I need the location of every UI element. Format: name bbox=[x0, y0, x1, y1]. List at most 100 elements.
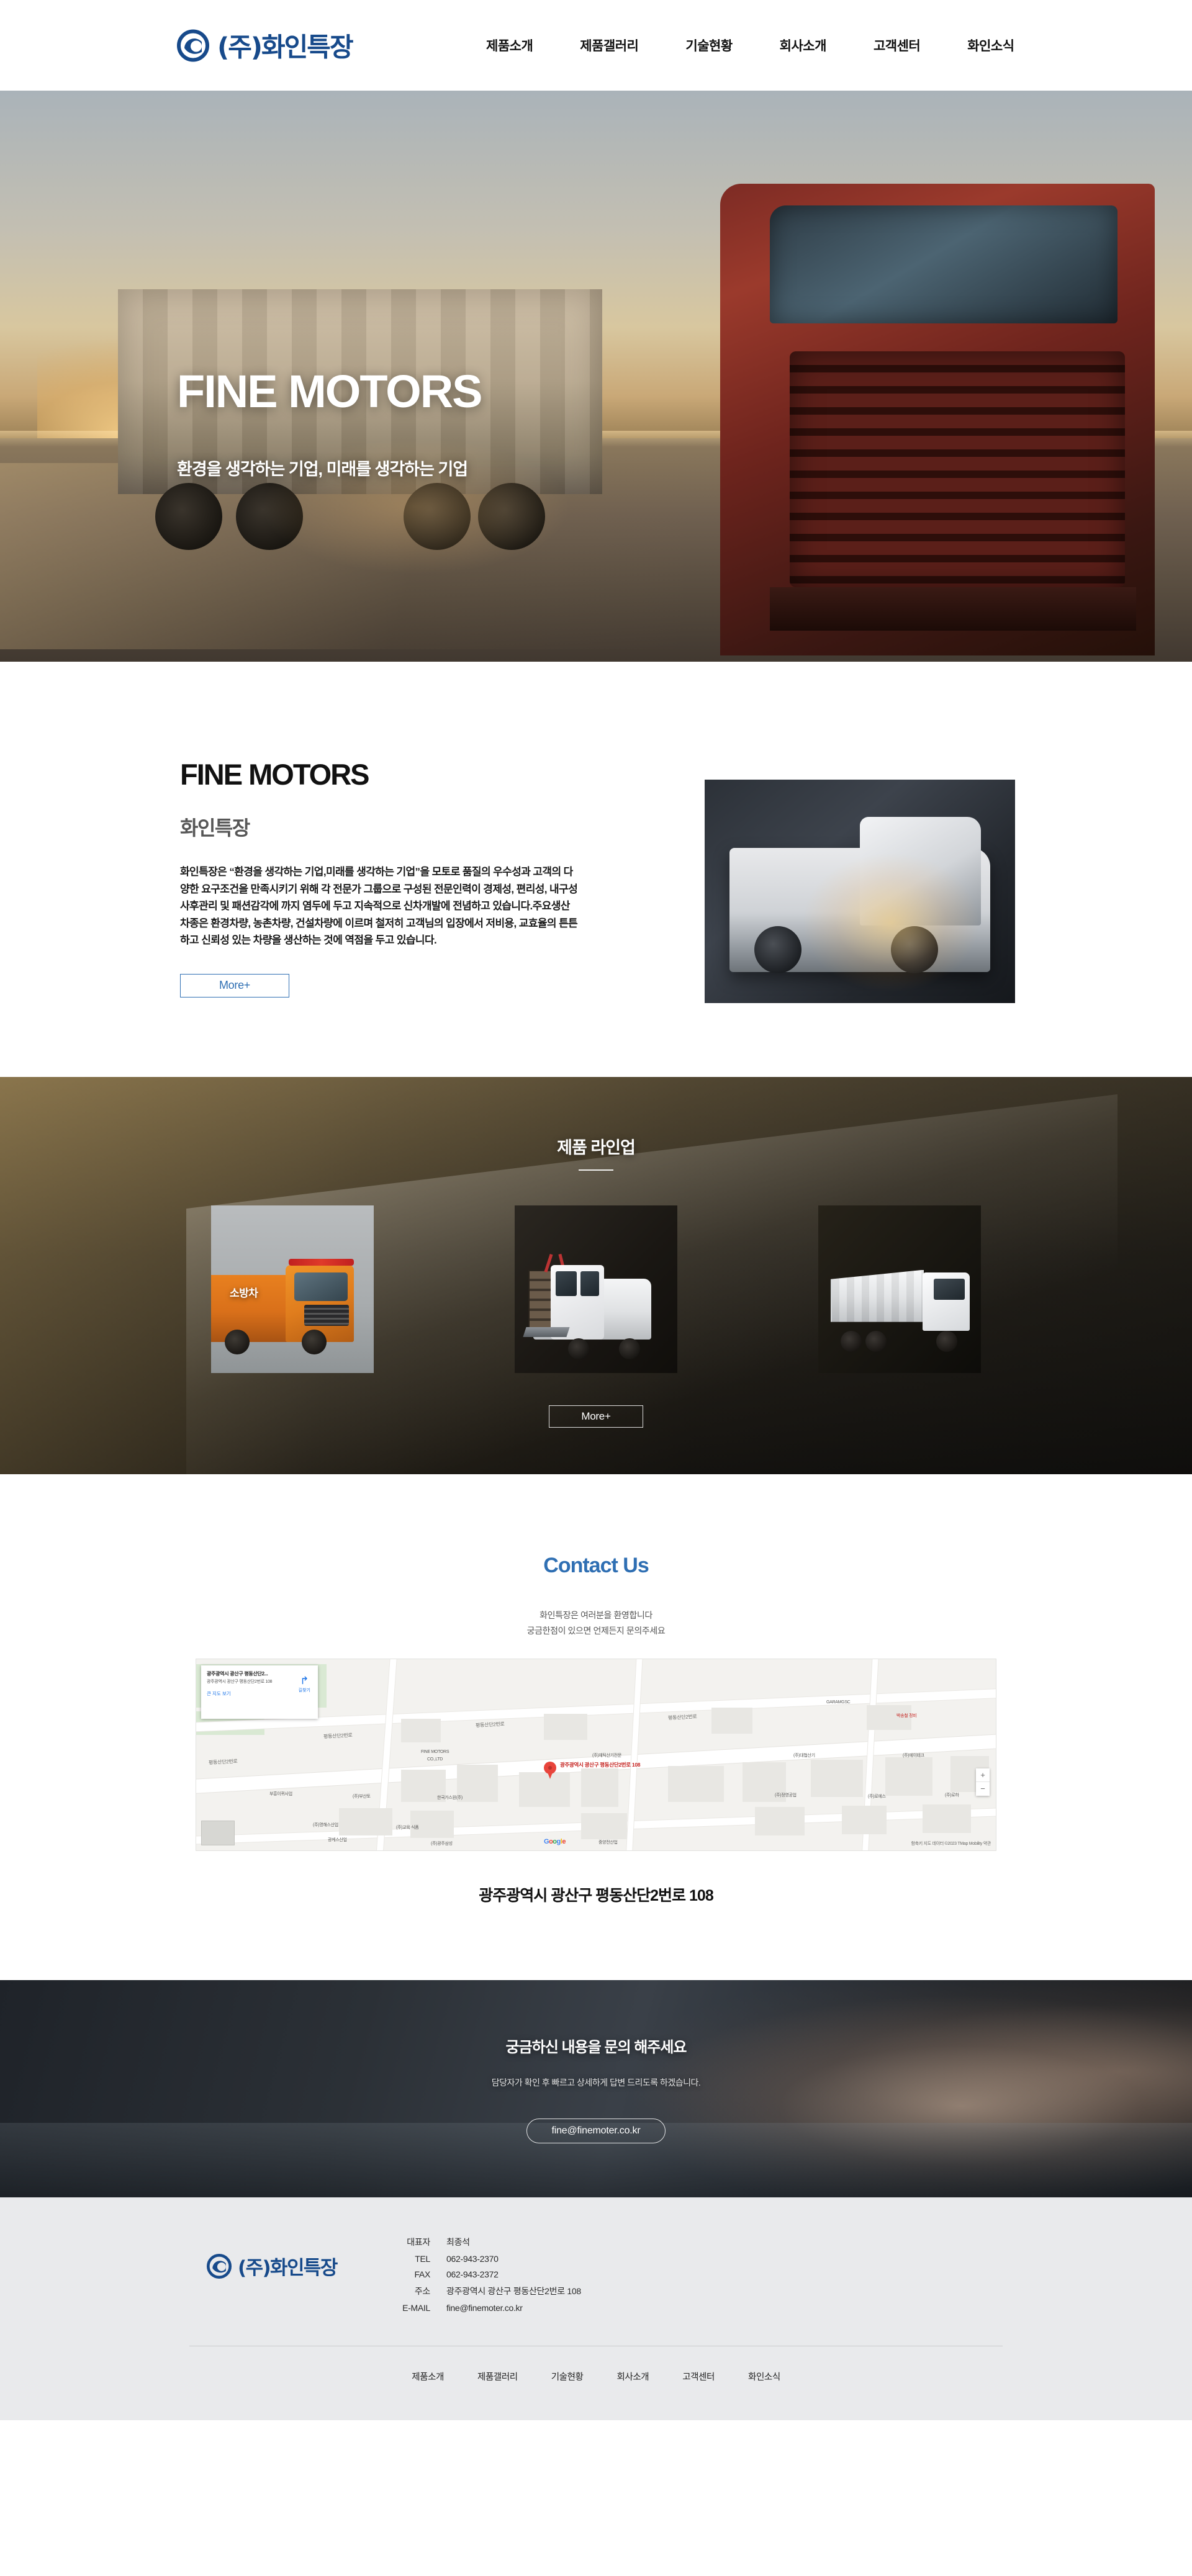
contact-description: 화인특장은 여러분을 환영합니다 궁금한점이 있으면 언제든지 문의주세요 bbox=[0, 1608, 1192, 1639]
cta-content: 궁금하신 내용을 문의 해주세요 담당자가 확인 후 빠르고 상세하게 답변 드… bbox=[0, 1980, 1192, 2144]
contact-description-line-1: 화인특장은 여러분을 환영합니다 bbox=[540, 1610, 652, 1620]
nav-item-tech[interactable]: 기술현황 bbox=[662, 36, 756, 55]
footer-info-row-fax: FAX 062-943-2372 bbox=[386, 2269, 1003, 2279]
map-poi-label: (주)대협산기 bbox=[793, 1754, 815, 1759]
about-inner: FINE MOTORS 화인특장 화인특장은 “환경을 생각하는 기업,미래를 … bbox=[177, 760, 1015, 1003]
map-poi-label: 부흥이퀴사업 bbox=[269, 1792, 292, 1797]
footer-info-value[interactable]: fine@finemoter.co.kr bbox=[446, 2303, 523, 2313]
footer-info-row-tel: TEL 062-943-2370 bbox=[386, 2254, 1003, 2264]
map-pin-tip bbox=[547, 1771, 553, 1780]
map-attribution: 함축키 지도 데이터 ©2023 TMap Mobility 약관 bbox=[911, 1842, 991, 1847]
location-map[interactable]: 광주광역시 광산구 평동산단2... 광주광역시 광산구 평동산단2번로 108… bbox=[196, 1659, 996, 1852]
map-poi-label: (주)광주삼성 bbox=[431, 1842, 453, 1847]
footer-nav-item-company[interactable]: 회사소개 bbox=[600, 2370, 666, 2383]
map-street-view-thumbnail[interactable] bbox=[201, 1821, 235, 1846]
lineup-more-button[interactable]: More+ bbox=[549, 1405, 643, 1428]
map-poi-label: 중양전산업 bbox=[598, 1840, 618, 1845]
sweeper-truck-window-left bbox=[556, 1271, 577, 1296]
inquiry-cta-section: 궁금하신 내용을 문의 해주세요 담당자가 확인 후 빠르고 상세하게 답변 드… bbox=[0, 1980, 1192, 2198]
map-building bbox=[755, 1807, 805, 1836]
map-zoom-in-button[interactable]: + bbox=[976, 1768, 990, 1783]
nav-item-gallery[interactable]: 제품갤러리 bbox=[556, 36, 662, 55]
footer-inner: (주)화인특장 대표자 최종석 TEL 062-943-2370 FAX 062… bbox=[189, 2236, 1003, 2346]
sweeper-truck-blade bbox=[523, 1326, 570, 1337]
map-zoom-controls[interactable]: + − bbox=[976, 1768, 990, 1796]
map-poi-label: (주)부산토 bbox=[353, 1795, 371, 1799]
about-text-column: FINE MOTORS 화인특장 화인특장은 “환경을 생각하는 기업,미래를 … bbox=[177, 760, 612, 998]
contact-section: Contact Us 화인특장은 여러분을 환영합니다 궁금한점이 있으면 언제… bbox=[0, 1474, 1192, 1981]
map-poi-label: (주)로하 bbox=[945, 1793, 959, 1798]
fire-truck-windshield bbox=[294, 1272, 348, 1301]
map-directions-button[interactable]: ↱ 길찾기 bbox=[299, 1675, 310, 1693]
about-english-title: FINE MOTORS bbox=[180, 758, 370, 791]
footer-nav-item-tech[interactable]: 기술현황 bbox=[535, 2370, 600, 2383]
footer-nav-item-news[interactable]: 화인소식 bbox=[731, 2370, 797, 2383]
fire-truck-wheel-rear bbox=[225, 1329, 250, 1354]
cta-email-button[interactable]: fine@finemoter.co.kr bbox=[526, 2119, 666, 2144]
lineup-card-list: 소방차 bbox=[211, 1205, 981, 1373]
map-building bbox=[457, 1765, 498, 1803]
footer-info-label: 대표자 bbox=[407, 2237, 430, 2248]
site-footer: (주)화인특장 대표자 최종석 TEL 062-943-2370 FAX 062… bbox=[0, 2197, 1192, 2421]
about-more-button[interactable]: More+ bbox=[180, 973, 289, 998]
fine-motors-circle-logo-icon bbox=[177, 29, 209, 61]
map-building bbox=[885, 1757, 932, 1796]
map-poi-label: GARAMGSC bbox=[826, 1700, 851, 1705]
map-building bbox=[339, 1808, 392, 1836]
about-description: 화인특장은 “환경을 생각하는 기업,미래를 생각하는 기업”을 모토로 품질의… bbox=[180, 866, 578, 947]
footer-nav-item-support[interactable]: 고객센터 bbox=[666, 2370, 731, 2383]
nav-item-news[interactable]: 화인소식 bbox=[944, 36, 1037, 55]
directions-arrow-icon: ↱ bbox=[300, 1675, 309, 1687]
map-poi-label: (주)로에스 bbox=[868, 1795, 886, 1799]
fire-truck-grille bbox=[304, 1304, 349, 1326]
dump-truck-windshield bbox=[934, 1278, 965, 1300]
lineup-title-underline bbox=[579, 1169, 613, 1171]
nav-item-products[interactable]: 제품소개 bbox=[463, 36, 556, 55]
map-poi-label: 광케스산업 bbox=[328, 1838, 347, 1843]
lineup-card-fire-truck[interactable]: 소방차 bbox=[211, 1205, 374, 1373]
map-poi-label: (주)정영공업 bbox=[775, 1793, 797, 1798]
footer-nav-item-gallery[interactable]: 제품갤러리 bbox=[461, 2370, 535, 2383]
footer-info-label: TEL bbox=[415, 2254, 430, 2264]
lineup-title: 제품 라인업 bbox=[557, 1138, 636, 1157]
footer-company-info: 대표자 최종석 TEL 062-943-2370 FAX 062-943-237… bbox=[376, 2236, 1003, 2318]
footer-logo-text: (주)화인특장 bbox=[238, 2257, 338, 2280]
fine-motors-circle-logo-icon bbox=[207, 2253, 232, 2279]
product-lineup-section: 제품 라인업 소방차 More+ bbox=[0, 1076, 1192, 1474]
map-building bbox=[711, 1708, 752, 1734]
about-korean-title: 화인특장 bbox=[180, 817, 250, 839]
hero-truck-windshield bbox=[770, 205, 1118, 323]
footer-navigation: 제품소개 제품갤러리 기술현황 회사소개 고객센터 화인소식 bbox=[0, 2346, 1192, 2383]
dump-truck-wheel-rear-2 bbox=[865, 1330, 887, 1352]
google-logo-e: e bbox=[562, 1838, 566, 1846]
map-info-card[interactable]: 광주광역시 광산구 평동산단2... 광주광역시 광산구 평동산단2번로 108… bbox=[201, 1665, 318, 1719]
footer-info-label: 주소 bbox=[414, 2286, 430, 2297]
footer-info-row-email: E-MAIL fine@finemoter.co.kr bbox=[386, 2303, 1003, 2313]
hero-truck-bumper bbox=[770, 587, 1136, 631]
cta-title: 궁금하신 내용을 문의 해주세요 bbox=[505, 2039, 687, 2056]
footer-info-value: 062-943-2370 bbox=[446, 2254, 499, 2264]
map-zoom-out-button[interactable]: − bbox=[976, 1782, 990, 1796]
map-location-marker[interactable]: 광주광역시 광산구 평동산단2번로 108 bbox=[544, 1762, 640, 1780]
lineup-more-wrapper: More+ bbox=[0, 1405, 1192, 1428]
map-poi-label: 박송철 정비 bbox=[896, 1714, 917, 1719]
map-view-larger-link[interactable]: 큰 지도 보기 bbox=[207, 1690, 312, 1697]
sweeper-truck-wheel-front bbox=[568, 1338, 589, 1359]
dump-truck-wheel-rear-1 bbox=[841, 1330, 862, 1352]
fire-truck-wheel-front bbox=[302, 1329, 327, 1354]
hero-subtitle: 환경을 생각하는 기업, 미래를 생각하는 기업 bbox=[177, 460, 468, 479]
map-marker-label: 광주광역시 광산구 평동산단2번로 108 bbox=[560, 1762, 641, 1768]
lineup-card-sweeper-truck[interactable] bbox=[515, 1205, 677, 1373]
contact-title: Contact Us bbox=[543, 1553, 649, 1577]
footer-nav-item-products[interactable]: 제품소개 bbox=[395, 2370, 461, 2383]
dump-truck-bed bbox=[831, 1269, 924, 1322]
site-header: (주)화인특장 제품소개 제품갤러리 기술현황 회사소개 고객센터 화인소식 bbox=[0, 0, 1192, 91]
lineup-card-dump-truck[interactable] bbox=[818, 1205, 981, 1373]
map-building bbox=[842, 1806, 887, 1835]
nav-item-support[interactable]: 고객센터 bbox=[850, 36, 944, 55]
sweeper-truck-window-right bbox=[580, 1271, 599, 1296]
site-logo[interactable]: (주)화인특장 bbox=[177, 27, 354, 65]
lineup-card-label-fire-truck: 소방차 bbox=[230, 1287, 258, 1299]
footer-logo[interactable]: (주)화인특장 bbox=[189, 2236, 376, 2280]
nav-item-company[interactable]: 회사소개 bbox=[756, 36, 850, 55]
